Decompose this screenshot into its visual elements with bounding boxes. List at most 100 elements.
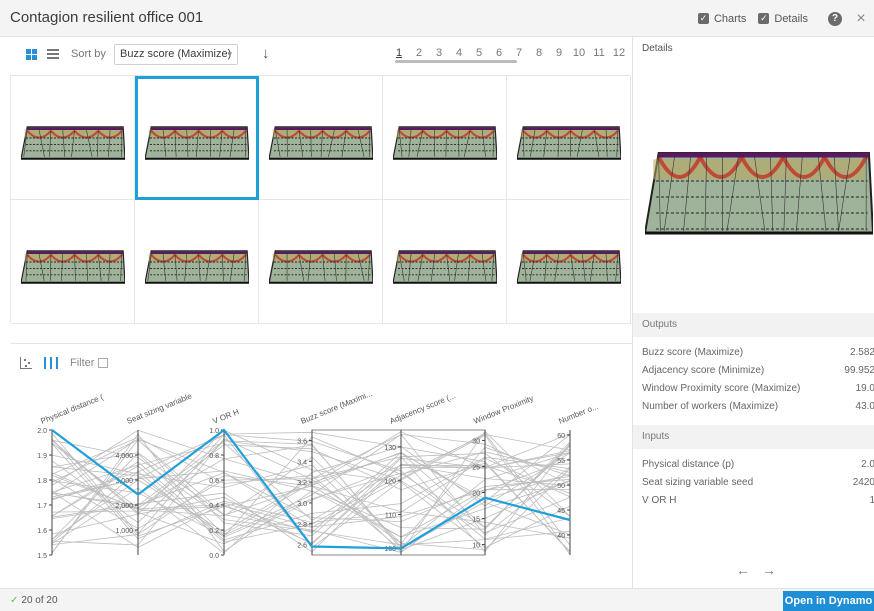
design-thumbnail[interactable] bbox=[11, 200, 135, 324]
results-toolbar: Sort by Buzz score (Maximize) ▾ ↓ 1 2 3 … bbox=[0, 37, 632, 75]
page-10[interactable]: 10 bbox=[569, 47, 589, 59]
result-count: ✓ 20 of 20 bbox=[10, 595, 58, 606]
page-5[interactable]: 5 bbox=[469, 47, 489, 59]
tick-label: 0.0 bbox=[209, 553, 219, 560]
checkmark-icon: ✓ bbox=[10, 595, 19, 606]
parallel-coordinates-chart[interactable]: 2.0 1.9 1.8 1.7 1.6 1.5 Physical distance (4,0… bbox=[10, 375, 630, 585]
tick-label: 10 bbox=[472, 543, 480, 550]
design-navigation: ← → bbox=[736, 562, 776, 578]
page-12[interactable]: 12 bbox=[609, 47, 629, 59]
page-11[interactable]: 11 bbox=[589, 47, 609, 59]
filter-label: Filter bbox=[70, 357, 95, 369]
design-thumbnail[interactable] bbox=[259, 200, 383, 324]
tick-label: 3.0 bbox=[297, 501, 307, 508]
output-row: Adjacency score (Minimize) 99.952 bbox=[642, 365, 874, 376]
tick-label: 4,000 bbox=[115, 453, 133, 460]
tick-label: 3.6 bbox=[297, 438, 307, 445]
tick-label: 0.6 bbox=[209, 478, 219, 485]
thumbnail-image bbox=[517, 126, 621, 160]
tick-label: 2,000 bbox=[115, 503, 133, 510]
scatter-plot-icon[interactable] bbox=[20, 357, 32, 369]
design-thumbnail[interactable] bbox=[135, 76, 259, 200]
floor-plan bbox=[269, 126, 373, 160]
output-value: 19.0 bbox=[855, 383, 874, 394]
selected-design-preview bbox=[645, 152, 873, 235]
tick-label: 2.6 bbox=[297, 543, 307, 550]
design-thumbnail[interactable] bbox=[507, 200, 631, 324]
pagination-scrollbar[interactable] bbox=[395, 60, 517, 63]
parallel-coordinates-icon[interactable] bbox=[44, 357, 58, 369]
arrow-right-icon[interactable]: → bbox=[762, 562, 776, 578]
filter-toggle[interactable]: Filter bbox=[70, 357, 109, 369]
page-9[interactable]: 9 bbox=[549, 47, 569, 59]
tick-label: 25 bbox=[472, 464, 480, 471]
tick-label: 1.9 bbox=[37, 453, 47, 460]
axis-label: V OR H bbox=[211, 407, 240, 426]
design-thumbnail-grid bbox=[10, 75, 631, 324]
tick-label: 45 bbox=[557, 508, 565, 515]
grid-view-icon[interactable] bbox=[26, 49, 37, 60]
page-8[interactable]: 8 bbox=[529, 47, 549, 59]
design-thumbnail[interactable] bbox=[135, 200, 259, 324]
input-row: Physical distance (p) 2.0 bbox=[642, 459, 874, 470]
axis-label: Number o... bbox=[557, 402, 599, 426]
help-icon[interactable]: ? bbox=[828, 11, 842, 26]
tick-label: 3.4 bbox=[297, 459, 307, 466]
design-thumbnail[interactable] bbox=[11, 76, 135, 200]
input-label: Physical distance (p) bbox=[642, 459, 735, 470]
input-value: 1 bbox=[869, 495, 874, 506]
outputs-section-header: Outputs bbox=[633, 313, 874, 337]
page-7[interactable]: 7 bbox=[509, 47, 529, 59]
window-title: Contagion resilient office 001 bbox=[10, 9, 204, 26]
details-toggle[interactable]: ✓ Details bbox=[758, 13, 808, 25]
result-count-text: 20 of 20 bbox=[21, 595, 58, 606]
floor-plan bbox=[517, 126, 621, 160]
page-6[interactable]: 6 bbox=[489, 47, 509, 59]
tick-label: 120 bbox=[384, 479, 396, 486]
filter-checkbox[interactable] bbox=[98, 358, 109, 368]
design-thumbnail[interactable] bbox=[383, 200, 507, 324]
thumbnail-image bbox=[145, 250, 249, 284]
thumbnail-image bbox=[21, 126, 125, 160]
output-label: Buzz score (Maximize) bbox=[642, 347, 744, 358]
arrow-left-icon[interactable]: ← bbox=[736, 562, 750, 578]
open-in-dynamo-button[interactable]: Open in Dynamo bbox=[783, 591, 874, 611]
tick-label: 50 bbox=[557, 483, 565, 490]
output-value: 2.582 bbox=[849, 347, 874, 358]
charts-toggle[interactable]: ✓ Charts bbox=[697, 13, 746, 25]
floor-plan bbox=[645, 152, 873, 235]
page-3[interactable]: 3 bbox=[429, 47, 449, 59]
thumbnail-image bbox=[21, 250, 125, 284]
tick-label: 2.0 bbox=[37, 428, 47, 435]
sort-dropdown[interactable]: Buzz score (Maximize) ▾ bbox=[114, 44, 238, 65]
thumbnail-image bbox=[517, 250, 621, 284]
tick-label: 0.8 bbox=[209, 453, 219, 460]
floor-plan bbox=[393, 250, 497, 284]
page-1[interactable]: 1 bbox=[389, 47, 409, 59]
thumbnail-image bbox=[269, 250, 373, 284]
floor-plan bbox=[393, 126, 497, 160]
details-header: Details bbox=[642, 43, 673, 54]
tick-label: 1.7 bbox=[37, 503, 47, 510]
design-thumbnail[interactable] bbox=[259, 76, 383, 200]
axis-label: Physical distance ( bbox=[39, 392, 105, 425]
output-value: 99.952 bbox=[844, 365, 874, 376]
design-thumbnail[interactable] bbox=[383, 76, 507, 200]
output-row: Buzz score (Maximize) 2.582 bbox=[642, 347, 874, 358]
axis-label: Window Proximity bbox=[472, 394, 534, 426]
tick-label: 110 bbox=[385, 512, 396, 519]
list-view-icon[interactable] bbox=[47, 49, 59, 60]
tick-label: 130 bbox=[384, 445, 396, 452]
output-label: Window Proximity score (Maximize) bbox=[642, 383, 801, 394]
page-4[interactable]: 4 bbox=[449, 47, 469, 59]
checkbox-checked-icon: ✓ bbox=[697, 13, 709, 24]
tick-label: 60 bbox=[557, 433, 565, 440]
design-thumbnail[interactable] bbox=[507, 76, 631, 200]
sort-direction-arrow-down-icon[interactable]: ↓ bbox=[262, 45, 270, 62]
status-bar: ✓ 20 of 20 Open in Dynamo bbox=[0, 588, 874, 611]
tick-label: 15 bbox=[472, 517, 480, 524]
thumbnail-image bbox=[393, 126, 497, 160]
close-icon[interactable]: × bbox=[854, 10, 868, 28]
page-2[interactable]: 2 bbox=[409, 47, 429, 59]
tick-label: 0.4 bbox=[209, 503, 219, 510]
